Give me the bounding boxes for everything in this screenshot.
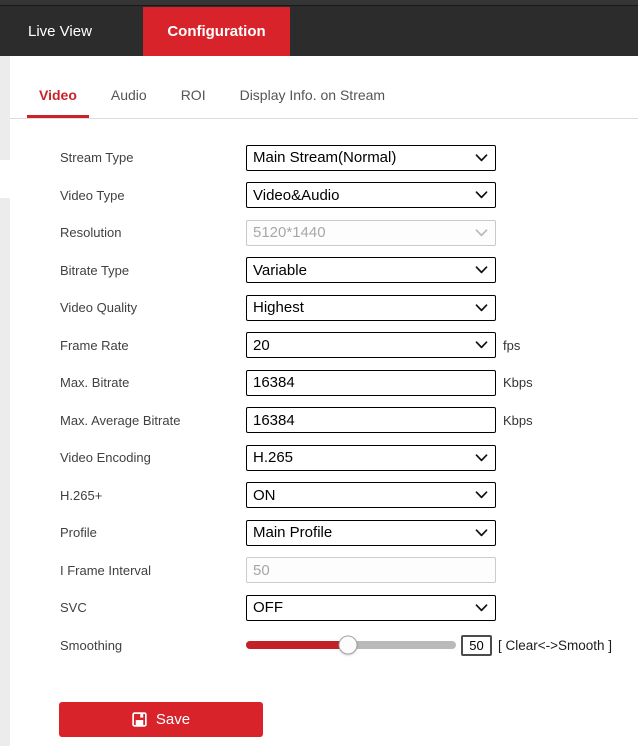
tab-video[interactable]: Video bbox=[27, 87, 89, 118]
tab-roi[interactable]: ROI bbox=[169, 87, 218, 118]
max-bitrate-label: Max. Bitrate bbox=[60, 375, 246, 390]
chevron-down-icon bbox=[475, 266, 488, 274]
stream-type-value: Main Stream(Normal) bbox=[253, 149, 396, 166]
profile-label: Profile bbox=[60, 525, 246, 540]
max-average-bitrate-input[interactable] bbox=[246, 407, 496, 433]
max-average-bitrate-suffix: Kbps bbox=[503, 413, 533, 428]
bitrate-type-select[interactable]: Variable bbox=[246, 257, 496, 283]
sidebar-selected-item-edge bbox=[0, 160, 10, 198]
frame-rate-label: Frame Rate bbox=[60, 338, 246, 353]
row-bitrate-type: Bitrate Type Variable bbox=[60, 252, 638, 290]
video-quality-select[interactable]: Highest bbox=[246, 295, 496, 321]
row-stream-type: Stream Type Main Stream(Normal) bbox=[60, 139, 638, 177]
topbar-tab-live-view[interactable]: Live View bbox=[28, 7, 92, 56]
max-bitrate-input[interactable] bbox=[246, 370, 496, 396]
topbar-top-strip bbox=[0, 0, 638, 6]
sidebar-edge bbox=[0, 56, 10, 746]
row-resolution: Resolution 5120*1440 bbox=[60, 214, 638, 252]
frame-rate-select[interactable]: 20 bbox=[246, 332, 496, 358]
smoothing-slider-track[interactable] bbox=[246, 641, 456, 649]
row-smoothing: Smoothing [ Clear<->Smooth ] bbox=[60, 627, 638, 665]
row-frame-rate: Frame Rate 20 fps bbox=[60, 327, 638, 365]
h265-plus-select[interactable]: ON bbox=[246, 482, 496, 508]
tab-audio[interactable]: Audio bbox=[99, 87, 159, 118]
h265-plus-label: H.265+ bbox=[60, 488, 246, 503]
chevron-down-icon bbox=[475, 191, 488, 199]
row-profile: Profile Main Profile bbox=[60, 514, 638, 552]
h265-plus-value: ON bbox=[253, 487, 276, 504]
smoothing-label: Smoothing bbox=[60, 638, 246, 653]
row-h265-plus: H.265+ ON bbox=[60, 477, 638, 515]
i-frame-interval-input bbox=[246, 557, 496, 583]
chevron-down-icon bbox=[475, 341, 488, 349]
row-max-average-bitrate: Max. Average Bitrate Kbps bbox=[60, 402, 638, 440]
tab-display-info-on-stream[interactable]: Display Info. on Stream bbox=[228, 87, 398, 118]
row-max-bitrate: Max. Bitrate Kbps bbox=[60, 364, 638, 402]
save-button[interactable]: Save bbox=[59, 702, 263, 737]
video-encoding-label: Video Encoding bbox=[60, 450, 246, 465]
bitrate-type-value: Variable bbox=[253, 262, 307, 279]
max-bitrate-suffix: Kbps bbox=[503, 375, 533, 390]
frame-rate-value: 20 bbox=[253, 337, 270, 354]
smoothing-slider-handle[interactable] bbox=[338, 636, 357, 655]
chevron-down-icon bbox=[475, 454, 488, 462]
svc-value: OFF bbox=[253, 599, 283, 616]
chevron-down-icon bbox=[475, 154, 488, 162]
chevron-down-icon bbox=[475, 304, 488, 312]
smoothing-slider-fill bbox=[246, 641, 348, 649]
resolution-select: 5120*1440 bbox=[246, 220, 496, 246]
video-quality-label: Video Quality bbox=[60, 300, 246, 315]
stream-type-label: Stream Type bbox=[60, 150, 246, 165]
video-type-select[interactable]: Video&Audio bbox=[246, 182, 496, 208]
row-svc: SVC OFF bbox=[60, 589, 638, 627]
video-encoding-select[interactable]: H.265 bbox=[246, 445, 496, 471]
chevron-down-icon bbox=[475, 229, 488, 237]
resolution-value: 5120*1440 bbox=[253, 224, 326, 241]
video-encoding-value: H.265 bbox=[253, 449, 293, 466]
max-average-bitrate-label: Max. Average Bitrate bbox=[60, 413, 246, 428]
video-type-label: Video Type bbox=[60, 188, 246, 203]
bitrate-type-label: Bitrate Type bbox=[60, 263, 246, 278]
save-label: Save bbox=[156, 711, 190, 728]
row-video-type: Video Type Video&Audio bbox=[60, 177, 638, 215]
row-i-frame-interval: I Frame Interval bbox=[60, 552, 638, 590]
topbar-tab-configuration[interactable]: Configuration bbox=[143, 7, 290, 56]
video-quality-value: Highest bbox=[253, 299, 304, 316]
chevron-down-icon bbox=[475, 491, 488, 499]
i-frame-interval-label: I Frame Interval bbox=[60, 563, 246, 578]
resolution-label: Resolution bbox=[60, 225, 246, 240]
topbar: Live View Configuration bbox=[0, 0, 638, 56]
svc-select[interactable]: OFF bbox=[246, 595, 496, 621]
frame-rate-suffix: fps bbox=[503, 338, 520, 353]
smoothing-control: [ Clear<->Smooth ] bbox=[246, 635, 612, 656]
profile-value: Main Profile bbox=[253, 524, 332, 541]
save-icon bbox=[132, 712, 147, 727]
subtabs: Video Audio ROI Display Info. on Stream bbox=[10, 56, 638, 119]
video-settings-form: Stream Type Main Stream(Normal) Video Type… bbox=[60, 139, 638, 664]
video-type-value: Video&Audio bbox=[253, 187, 339, 204]
chevron-down-icon bbox=[475, 604, 488, 612]
row-video-quality: Video Quality Highest bbox=[60, 289, 638, 327]
row-video-encoding: Video Encoding H.265 bbox=[60, 439, 638, 477]
smoothing-hint: [ Clear<->Smooth ] bbox=[498, 638, 612, 653]
stream-type-select[interactable]: Main Stream(Normal) bbox=[246, 145, 496, 171]
smoothing-value-input[interactable] bbox=[461, 635, 492, 656]
profile-select[interactable]: Main Profile bbox=[246, 520, 496, 546]
chevron-down-icon bbox=[475, 529, 488, 537]
svc-label: SVC bbox=[60, 600, 246, 615]
